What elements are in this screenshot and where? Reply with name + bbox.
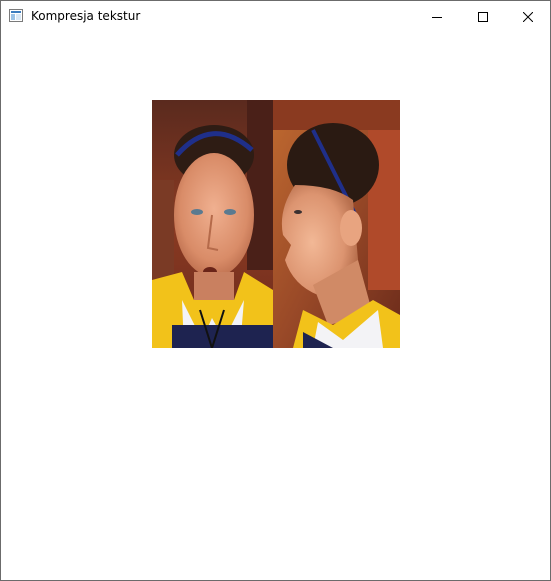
close-icon [523, 11, 533, 22]
app-window: Kompresja tekstur [0, 0, 551, 581]
title-bar[interactable]: Kompresja tekstur [1, 1, 550, 32]
minimize-button[interactable] [414, 1, 460, 32]
close-button[interactable] [505, 1, 551, 32]
maximize-icon [478, 11, 488, 22]
app-window-icon [9, 9, 23, 22]
texture-image [152, 100, 400, 348]
maximize-button[interactable] [460, 1, 506, 32]
window-title: Kompresja tekstur [31, 9, 141, 23]
minimize-icon [432, 16, 442, 18]
client-area [1, 32, 550, 580]
profile-face-photo [273, 100, 400, 348]
front-face-photo [152, 100, 273, 348]
